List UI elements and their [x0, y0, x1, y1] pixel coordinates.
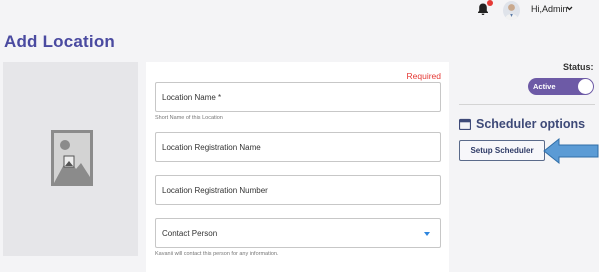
location-name-field[interactable]: Location Name *	[155, 82, 441, 112]
image-placeholder-icon	[51, 130, 93, 186]
contact-person-label: Contact Person	[162, 229, 218, 238]
dropdown-arrow-icon[interactable]	[424, 232, 430, 236]
registration-name-label: Location Registration Name	[162, 143, 261, 152]
contact-person-select[interactable]: Contact Person	[155, 218, 441, 248]
user-greeting[interactable]: Hi,Admin	[531, 4, 568, 14]
divider	[459, 104, 595, 105]
location-image-panel[interactable]	[3, 62, 138, 256]
avatar[interactable]	[503, 1, 520, 20]
status-label: Status:	[563, 62, 594, 72]
status-toggle[interactable]: Active	[528, 78, 594, 95]
status-value: Active	[533, 82, 556, 91]
top-bar: Hi,Admin	[0, 0, 599, 22]
toggle-knob[interactable]	[578, 79, 593, 94]
location-name-hint: Short Name of this Location	[155, 115, 223, 121]
registration-number-label: Location Registration Number	[162, 186, 268, 195]
notification-badge	[487, 0, 493, 6]
chevron-down-icon[interactable]	[566, 5, 573, 12]
location-form: Required Location Name * Short Name of t…	[146, 62, 449, 272]
registration-number-field[interactable]: Location Registration Number	[155, 175, 441, 205]
scheduler-title: Scheduler options	[476, 117, 586, 131]
required-label: Required	[406, 71, 442, 81]
pointer-arrow-icon	[543, 138, 599, 164]
location-name-label: Location Name *	[162, 93, 222, 102]
registration-name-field[interactable]: Location Registration Name	[155, 132, 441, 162]
setup-scheduler-button[interactable]: Setup Scheduler	[459, 140, 545, 161]
calendar-icon	[459, 118, 471, 130]
page-title: Add Location	[4, 32, 115, 51]
contact-person-hint: Kavanii will contact this person for any…	[155, 251, 279, 257]
